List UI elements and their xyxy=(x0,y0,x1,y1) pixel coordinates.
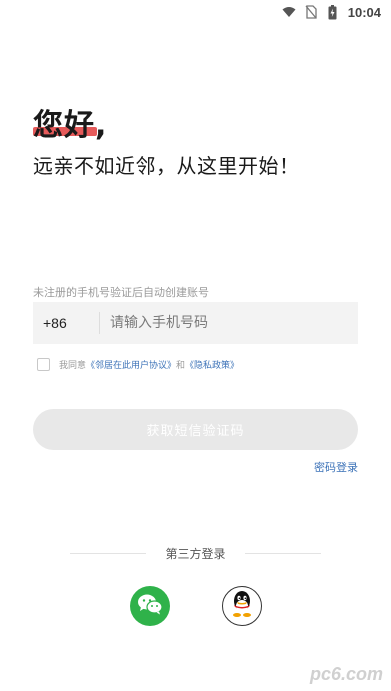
login-screen: 10:04 您好, 远亲不如近邻，从这里开始！ 未注册的手机号验证后自动创建账号… xyxy=(0,0,391,691)
agreement-checkbox[interactable] xyxy=(37,358,50,371)
register-hint: 未注册的手机号验证后自动创建账号 xyxy=(33,286,209,299)
watermark-logo: pc6.com xyxy=(309,664,383,684)
agreement-connector: 和 xyxy=(176,361,186,371)
wifi-icon xyxy=(282,5,296,19)
greeting-title: 您好, xyxy=(33,108,108,143)
divider-line-left xyxy=(70,553,146,554)
agreement-prefix: 我同意 xyxy=(59,361,87,371)
social-login-buttons xyxy=(0,586,391,626)
status-time: 10:04 xyxy=(347,4,381,20)
qq-login-button[interactable] xyxy=(221,586,262,626)
divider-line-right xyxy=(244,553,321,554)
greeting-subtitle: 远亲不如近邻，从这里开始！ xyxy=(33,154,300,178)
wechat-icon xyxy=(137,593,163,619)
password-login-link[interactable]: 密码登录 xyxy=(314,459,358,475)
wechat-login-button[interactable] xyxy=(129,586,170,626)
country-code-selector[interactable]: +86 xyxy=(33,315,99,331)
get-sms-code-button[interactable]: 获取短信验证码 xyxy=(33,409,358,450)
third-party-divider: 第三方登录 xyxy=(70,545,321,562)
privacy-policy-link[interactable]: 《隐私政策》 xyxy=(185,358,239,371)
no-sim-icon xyxy=(304,5,318,19)
battery-charging-icon xyxy=(326,4,340,19)
phone-field: +86 xyxy=(33,301,358,345)
user-agreement-link[interactable]: 《邻居在此用户协议》 xyxy=(86,358,176,371)
qq-icon xyxy=(230,590,254,622)
status-bar: 10:04 xyxy=(0,0,391,24)
agreement-row: 我同意 《邻居在此用户协议》 和 《隐私政策》 xyxy=(37,358,239,371)
third-party-label: 第三方登录 xyxy=(165,547,226,561)
phone-input[interactable] xyxy=(100,301,358,345)
